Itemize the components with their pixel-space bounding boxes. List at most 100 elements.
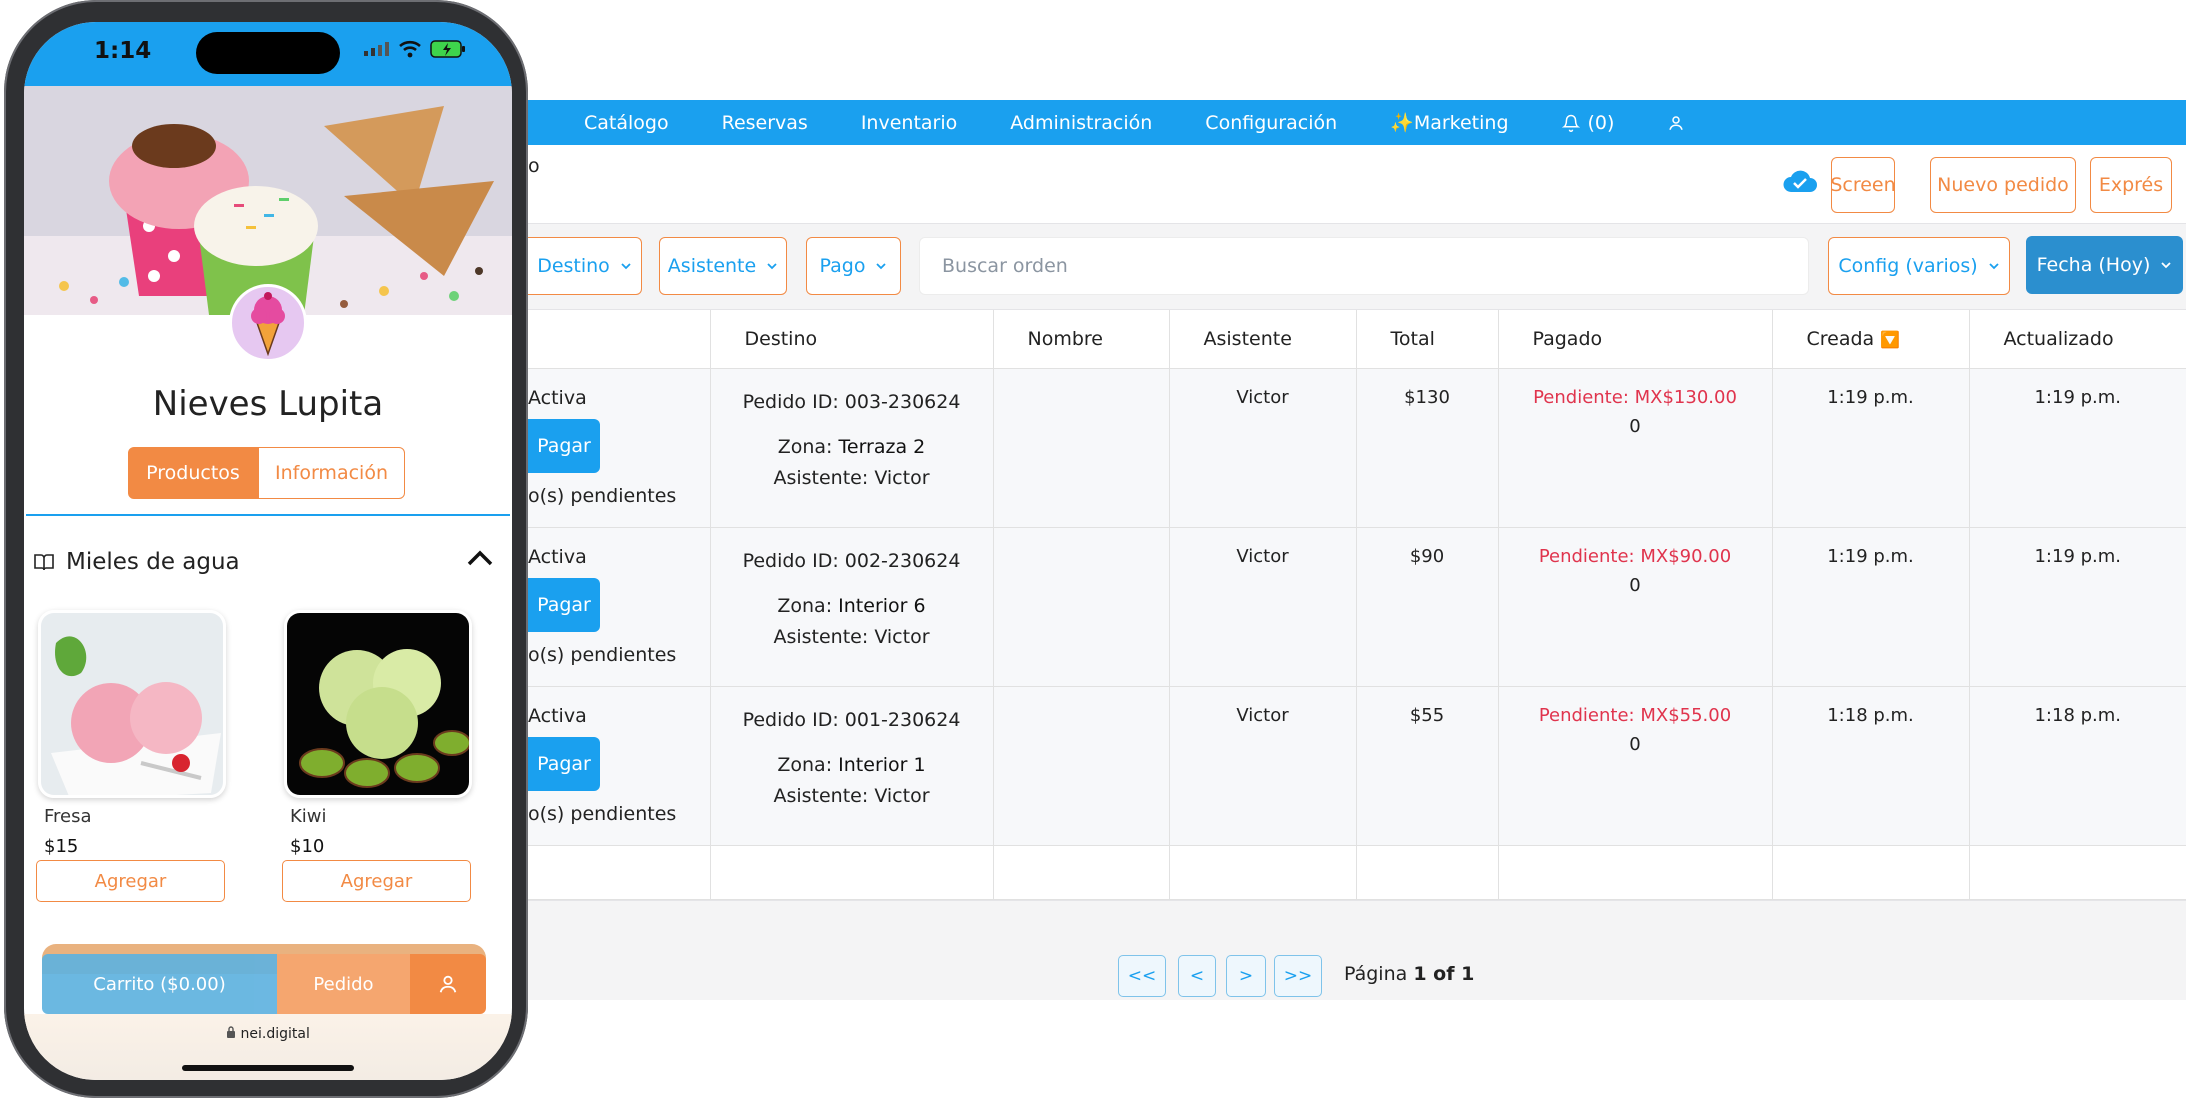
nav-administration[interactable]: Administración [1010,112,1152,134]
updated-cell: 1:19 p.m. [1969,527,2186,687]
payment-filter[interactable]: Pago [806,237,901,295]
assistant-label: Asistente: [773,625,869,648]
last-page-button[interactable]: >> [1274,955,1322,997]
header-status [528,310,711,369]
total-cell: $90 [1356,527,1499,687]
zone-value: Interior 6 [838,594,926,617]
order-button[interactable]: Pedido [277,954,410,1014]
bottom-action-bar: Carrito ($0.00) Pedido [42,954,486,1014]
divider [26,514,510,516]
status-time: 1:14 [94,38,152,64]
paid-cell: Pendiente: MX$90.00 0 [1498,527,1773,687]
filter-bar: Destino Asistente Pago Config (varios) F… [528,223,2186,310]
header-total[interactable]: Total [1356,310,1499,369]
ice-cream-logo-icon [251,292,285,356]
destination-filter[interactable]: Destino [528,237,642,295]
hero-ice-cream-image [24,86,512,315]
empty-cell [1969,845,2186,900]
empty-cell [1356,845,1499,900]
product-name: Fresa [44,806,92,827]
user-icon [439,975,457,993]
wifi-icon [399,40,421,58]
assistant-line: Asistente: Victor [711,781,993,812]
top-navbar: Catálogo Reservas Inventario Administrac… [528,100,2186,145]
product-image-fresa[interactable] [38,610,226,798]
chevron-down-icon [2161,262,2171,269]
table-row[interactable]: Activa Pagar o(s) pendientes Pedido ID: … [528,527,2186,687]
name-cell [993,527,1170,687]
category-header[interactable]: Mieles de agua [34,544,494,580]
paid-amount: 0 [1629,574,1641,596]
header-paid[interactable]: Pagado [1498,310,1773,369]
paid-amount: 0 [1629,415,1641,437]
profile-button[interactable] [410,954,486,1014]
created-cell: 1:19 p.m. [1772,368,1970,528]
tab-information[interactable]: Información [258,447,405,499]
pending-items-text: o(s) pendientes [528,643,677,666]
cart-button[interactable]: Carrito ($0.00) [42,954,277,1014]
total-cell: $130 [1356,368,1499,528]
pay-button[interactable]: Pagar [528,736,600,791]
nav-marketing[interactable]: ✨Marketing [1390,111,1508,134]
paid-cell: Pendiente: MX$130.00 0 [1498,368,1773,528]
chevron-down-icon [876,263,887,270]
search-orders-input[interactable] [919,237,1809,295]
header-created-label: Creada [1806,327,1875,350]
assistant-value: Victor [874,466,930,489]
assistant-filter-label: Asistente [667,255,757,277]
add-to-cart-button[interactable]: Agregar [282,860,471,902]
chevron-up-icon[interactable] [466,548,494,568]
destination-cell: Pedido ID: 002-230624 Zona: Interior 6 A… [710,527,994,687]
pay-button[interactable]: Pagar [528,577,600,632]
header-name[interactable]: Nombre [993,310,1170,369]
notifications-button[interactable]: (0) [1561,112,1614,134]
table-row[interactable]: Activa Pagar o(s) pendientes Pedido ID: … [528,368,2186,528]
date-filter[interactable]: Fecha (Hoy) [2026,236,2183,294]
battery-icon [430,40,465,58]
user-menu-button[interactable] [1667,114,1685,132]
express-button[interactable]: Exprés [2090,157,2172,213]
nav-settings[interactable]: Configuración [1205,112,1337,134]
dynamic-island [196,32,340,74]
status-cell: Activa Pagar o(s) pendientes [528,368,711,528]
product-image-kiwi[interactable] [284,610,472,798]
zone-value: Interior 1 [838,753,926,776]
first-page-button[interactable]: << [1118,955,1166,997]
orders-table: Destino Nombre Asistente Total Pagado Cr… [528,310,2186,900]
nav-reservations[interactable]: Reservas [722,112,808,134]
cloud-check-icon[interactable] [1782,168,1818,194]
next-page-button[interactable]: > [1226,955,1266,997]
new-order-button[interactable]: Nuevo pedido [1930,157,2076,213]
lock-icon [227,1026,236,1038]
tab-products[interactable]: Productos [128,447,258,499]
order-id: Pedido ID: 002-230624 [742,549,961,572]
screen-button[interactable]: Screen [1830,157,1896,213]
nav-inventory[interactable]: Inventario [861,112,957,134]
name-cell [993,368,1170,528]
assistant-filter[interactable]: Asistente [659,237,787,295]
payment-filter-label: Pago [819,255,866,277]
pending-items-text: o(s) pendientes [528,484,677,507]
add-to-cart-button[interactable]: Agregar [36,860,225,902]
status-icons [364,40,466,58]
phone-screen: 1:14 Nieves Lupita Productos Información… [24,22,512,1080]
assistant-cell: Victor [1169,686,1357,846]
status-label: Activa [528,386,587,409]
prev-page-button[interactable]: < [1178,955,1216,997]
page-value: 1 of 1 [1413,963,1475,985]
nav-catalog[interactable]: Catálogo [584,112,669,134]
chevron-down-icon [1989,263,1999,270]
header-destination[interactable]: Destino [710,310,994,369]
header-created[interactable]: Creada 🔽 [1772,310,1970,369]
config-filter[interactable]: Config (varios) [1828,237,2010,295]
strawberry-ice-cream-image [41,613,223,795]
updated-cell: 1:18 p.m. [1969,686,2186,846]
table-row[interactable]: Activa Pagar o(s) pendientes Pedido ID: … [528,686,2186,846]
header-updated[interactable]: Actualizado [1969,310,2186,369]
paid-pending: Pendiente: MX$130.00 [1533,386,1737,408]
empty-cell [1772,845,1970,900]
header-assistant[interactable]: Asistente [1169,310,1357,369]
pay-button[interactable]: Pagar [528,418,600,473]
assistant-value: Victor [874,625,930,648]
home-indicator[interactable] [182,1065,354,1071]
